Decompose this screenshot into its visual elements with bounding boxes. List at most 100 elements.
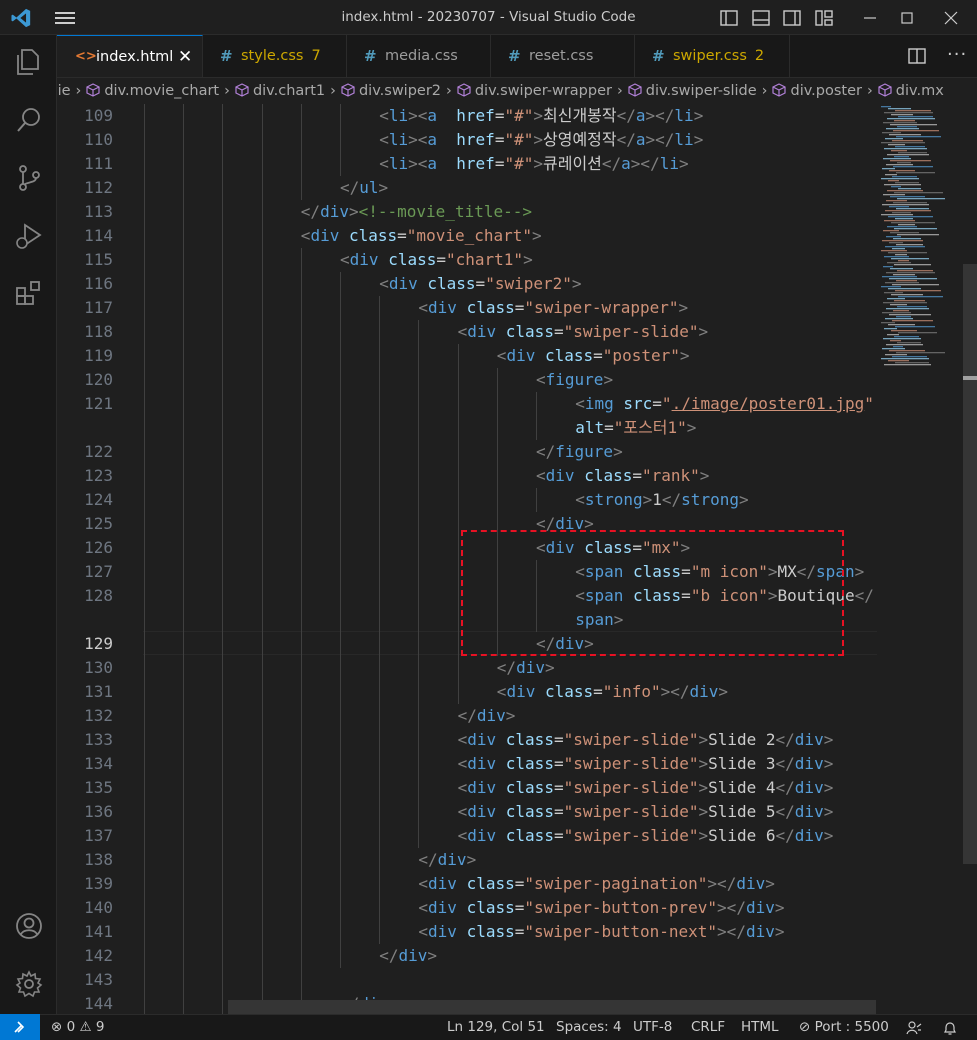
code-line[interactable]: 121 <img src="./image/poster01.jpg": [57, 392, 877, 416]
code-text: <li><a href="#">최신개봉작</a></li>: [379, 106, 704, 125]
code-line[interactable]: 118 <div class="swiper-slide">: [57, 320, 877, 344]
vertical-scrollbar[interactable]: [961, 104, 977, 1014]
code-line[interactable]: 112 </ul>: [57, 176, 877, 200]
code-line[interactable]: 123 <div class="rank">: [57, 464, 877, 488]
toggle-primary-sidebar-icon[interactable]: [719, 8, 739, 28]
code-text: <div class="poster">: [496, 346, 690, 365]
line-number: 120: [84, 370, 113, 389]
chevron-right-icon: ›: [616, 83, 623, 99]
code-text: <div class="swiper-slide">Slide 3</div>: [457, 754, 834, 773]
remote-indicator[interactable]: [0, 1014, 40, 1040]
breadcrumb-item[interactable]: div.movie_chart ›: [86, 78, 235, 104]
toggle-panel-icon[interactable]: [751, 8, 771, 28]
minimap[interactable]: [877, 104, 961, 1014]
minimap-line: [890, 268, 913, 270]
problems-indicator[interactable]: ⊗ 0 ⚠ 9: [51, 1015, 105, 1040]
notifications-bell-icon[interactable]: [942, 1020, 958, 1036]
explorer-icon[interactable]: [14, 47, 44, 77]
customize-layout-icon[interactable]: [814, 8, 834, 28]
element-cube-icon: [772, 83, 787, 97]
code-line[interactable]: 143: [57, 968, 877, 992]
menu-icon[interactable]: [54, 9, 76, 27]
minimap-line: [892, 212, 911, 214]
tab-label: swiper.css: [673, 48, 747, 64]
breadcrumb-item[interactable]: vie›: [57, 78, 86, 104]
code-line[interactable]: 111 <li><a href="#">큐레이션</a></li>: [57, 152, 877, 176]
indentation-setting[interactable]: Spaces: 4: [556, 1015, 622, 1040]
minimap-line: [898, 260, 909, 262]
breadcrumb-item[interactable]: div.swiper-slide ›: [628, 78, 773, 104]
eol-setting[interactable]: CRLF: [691, 1015, 725, 1040]
code-editor[interactable]: 109 <li><a href="#">최신개봉작</a></li> 110 <li>…: [57, 104, 977, 1014]
minimap-line: [884, 148, 927, 150]
code-line[interactable]: 113 </div><!--movie_title-->: [57, 200, 877, 224]
breadcrumb-item[interactable]: div.swiper-wrapper ›: [457, 78, 628, 104]
encoding-setting[interactable]: UTF-8: [633, 1015, 672, 1040]
code-line[interactable]: 130 </div>: [57, 656, 877, 680]
code-line[interactable]: 138 </div>: [57, 848, 877, 872]
minimap-line: [885, 282, 919, 284]
code-text: <div class="chart1">: [340, 250, 533, 269]
code-line[interactable]: 134 <div class="swiper-slide">Slide 3</di…: [57, 752, 877, 776]
code-line[interactable]: 110 <li><a href="#">상영예정작</a></li>: [57, 128, 877, 152]
scrollbar-thumb[interactable]: [963, 264, 977, 864]
toggle-secondary-sidebar-icon[interactable]: [782, 8, 802, 28]
code-line[interactable]: 115 <div class="chart1">: [57, 248, 877, 272]
code-line[interactable]: 133 <div class="swiper-slide">Slide 2</di…: [57, 728, 877, 752]
breadcrumb-item[interactable]: div.chart1 ›: [235, 78, 341, 104]
tab-index-html[interactable]: <> index.html ✕: [57, 35, 203, 77]
code-line[interactable]: 136 <div class="swiper-slide">Slide 5</di…: [57, 800, 877, 824]
code-line[interactable]: 135 <div class="swiper-slide">Slide 4</di…: [57, 776, 877, 800]
code-line[interactable]: 122 </figure>: [57, 440, 877, 464]
close-window-icon[interactable]: [941, 8, 961, 28]
maximize-icon[interactable]: [897, 8, 917, 28]
code-line[interactable]: 142 </div>: [57, 944, 877, 968]
more-actions-icon[interactable]: ···: [947, 44, 967, 65]
minimize-icon[interactable]: [860, 8, 880, 28]
code-line[interactable]: 131 <div class="info"></div>: [57, 680, 877, 704]
code-line[interactable]: 116 <div class="swiper2">: [57, 272, 877, 296]
code-line[interactable]: 139 <div class="swiper-pagination"></div>: [57, 872, 877, 896]
breadcrumb-item[interactable]: div.poster ›: [772, 78, 877, 104]
tab-reset-css[interactable]: # reset.css: [491, 35, 635, 77]
language-mode[interactable]: HTML: [741, 1015, 779, 1040]
breadcrumb-item[interactable]: div.swiper2 ›: [341, 78, 457, 104]
code-line[interactable]: 109 <li><a href="#">최신개봉작</a></li>: [57, 104, 877, 128]
line-number: 137: [84, 826, 113, 845]
split-editor-icon[interactable]: [907, 46, 927, 66]
code-line[interactable]: 119 <div class="poster">: [57, 344, 877, 368]
code-line[interactable]: 141 <div class="swiper-button-next"></div…: [57, 920, 877, 944]
minimap-line: [883, 158, 911, 160]
status-bar: ⊗ 0 ⚠ 9 Ln 129, Col 51 Spaces: 4 UTF-8 C…: [0, 1014, 977, 1040]
minimap-line: [892, 248, 905, 250]
code-line[interactable]: 140 <div class="swiper-button-prev"></div…: [57, 896, 877, 920]
tab-media-css[interactable]: # media.css: [347, 35, 491, 77]
code-line[interactable]: alt="포스터1">: [57, 416, 877, 440]
search-icon[interactable]: [14, 105, 44, 135]
close-tab-icon[interactable]: ✕: [178, 36, 192, 78]
account-icon[interactable]: [14, 911, 44, 941]
minimap-line: [894, 264, 931, 266]
code-line[interactable]: 132 </div>: [57, 704, 877, 728]
code-line[interactable]: 120 <figure>: [57, 368, 877, 392]
tab-swiper-css[interactable]: # swiper.css 2: [635, 35, 790, 77]
minimap-line: [888, 144, 905, 146]
code-line[interactable]: 137 <div class="swiper-slide">Slide 6</di…: [57, 824, 877, 848]
run-debug-icon[interactable]: [14, 221, 44, 251]
cursor-position[interactable]: Ln 129, Col 51: [447, 1015, 545, 1040]
code-line[interactable]: 114 <div class="movie_chart">: [57, 224, 877, 248]
horizontal-scrollbar[interactable]: [228, 1000, 876, 1014]
breadcrumb-item[interactable]: div.mx: [878, 78, 944, 104]
minimap-line: [886, 164, 913, 166]
code-line[interactable]: 117 <div class="swiper-wrapper">: [57, 296, 877, 320]
code-line[interactable]: 124 <strong>1</strong>: [57, 488, 877, 512]
feedback-icon[interactable]: [906, 1020, 922, 1036]
live-server-port[interactable]: ⊘ Port : 5500: [799, 1015, 889, 1040]
source-control-icon[interactable]: [14, 163, 44, 193]
extensions-icon[interactable]: [14, 279, 44, 309]
minimap-line: [891, 150, 907, 152]
settings-gear-icon[interactable]: [14, 969, 44, 999]
tab-style-css[interactable]: # style.css 7: [203, 35, 347, 77]
minimap-line: [893, 274, 915, 276]
code-text: </ul>: [340, 178, 389, 197]
